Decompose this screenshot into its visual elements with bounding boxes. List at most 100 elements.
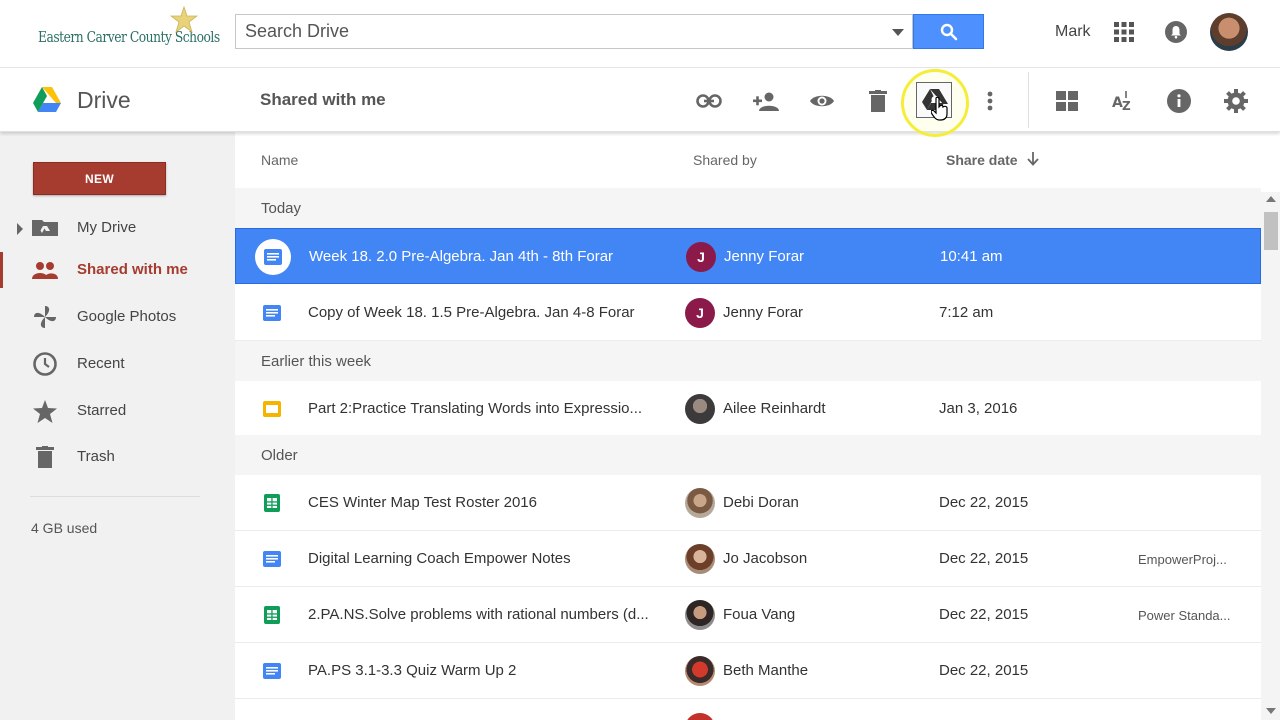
sharer-avatar <box>685 544 715 574</box>
school-logo[interactable]: Eastern Carver County Schools <box>20 6 220 64</box>
sidebar-item-label: Google Photos <box>77 308 177 325</box>
file-row[interactable]: Part 2:Practice Translating Words into E… <box>235 381 1261 437</box>
google-sheet-icon <box>264 606 280 624</box>
sharer-name: Jo Jacobson <box>723 550 808 567</box>
sidebar: NEW My Drive Shared with me Google Photo… <box>0 132 235 720</box>
column-header-row: Name Shared by Share date <box>235 132 1280 188</box>
column-header-name[interactable]: Name <box>261 152 298 168</box>
settings-gear-icon <box>1224 89 1248 113</box>
google-doc-icon <box>264 249 282 265</box>
get-link-button[interactable] <box>692 84 726 118</box>
search-box <box>235 14 913 49</box>
scroll-thumb[interactable] <box>1264 212 1278 250</box>
more-actions-button[interactable] <box>973 84 1007 118</box>
file-row[interactable]: Week 18. 2.0 Pre-Algebra. Jan 4th - 8th … <box>235 228 1261 284</box>
preview-button[interactable] <box>805 84 839 118</box>
file-location[interactable]: EmpowerProj... <box>1138 552 1227 567</box>
search-button[interactable] <box>913 14 984 49</box>
google-doc-icon <box>263 551 281 567</box>
pinwheel-photos-icon <box>32 304 58 330</box>
clock-icon <box>32 351 58 377</box>
sharer-name: Jenny Forar <box>724 248 805 265</box>
star-logo-icon <box>170 6 198 34</box>
file-location[interactable]: Power Standa... <box>1138 608 1231 623</box>
sharer-avatar <box>685 600 715 630</box>
grid-view-icon <box>1056 91 1078 111</box>
apps-grid-icon[interactable] <box>1114 22 1134 42</box>
file-row[interactable] <box>235 699 1261 720</box>
file-row[interactable]: Copy of Week 18. 1.5 Pre-Algebra. Jan 4-… <box>235 285 1261 341</box>
notifications-icon[interactable] <box>1164 20 1188 44</box>
current-location-title: Shared with me <box>260 90 386 109</box>
user-name[interactable]: Mark <box>1055 23 1091 41</box>
sharer-name: Beth Manthe <box>723 662 809 679</box>
trash-icon <box>32 444 58 470</box>
share-button[interactable] <box>749 84 783 118</box>
scroll-down-arrow-icon[interactable] <box>1266 708 1276 714</box>
sharer-name: Ailee Reinhardt <box>723 400 826 417</box>
preview-eye-icon <box>810 95 834 107</box>
info-icon <box>1167 89 1191 113</box>
search-input[interactable] <box>236 15 886 48</box>
toolbar-divider <box>1028 72 1029 128</box>
more-vert-icon <box>987 91 993 111</box>
settings-button[interactable] <box>1219 84 1253 118</box>
app-name[interactable]: Drive <box>77 87 131 114</box>
sidebar-item-my-drive[interactable]: My Drive <box>0 210 235 246</box>
file-row[interactable]: CES Winter Map Test Roster 2016 Debi Dor… <box>235 475 1261 531</box>
star-icon <box>32 398 58 424</box>
share-date: Dec 22, 2015 <box>939 606 1029 623</box>
share-date: 7:12 am <box>939 304 994 321</box>
sharer-avatar <box>685 394 715 424</box>
new-button[interactable]: NEW <box>33 162 166 195</box>
file-row[interactable]: Digital Learning Coach Empower Notes Jo … <box>235 531 1261 587</box>
sharer-name: Foua Vang <box>723 606 796 623</box>
google-doc-icon <box>263 663 281 679</box>
people-icon <box>32 257 58 283</box>
add-to-my-drive-button[interactable] <box>916 82 952 121</box>
expand-arrow-icon[interactable] <box>17 223 23 235</box>
sidebar-item-google-photos[interactable]: Google Photos <box>0 299 235 335</box>
sidebar-item-label: Recent <box>77 355 125 372</box>
column-header-share-date[interactable]: Share date <box>946 152 1018 168</box>
sharer-avatar <box>685 656 715 686</box>
sharer-name: Jenny Forar <box>723 304 804 321</box>
toolbar: Drive Shared with me A Z <box>0 68 1280 137</box>
share-date: Jan 3, 2016 <box>939 400 1018 417</box>
column-header-shared-by: Shared by <box>693 152 757 168</box>
scrollbar[interactable] <box>1261 192 1280 720</box>
sidebar-item-starred[interactable]: Starred <box>0 393 235 429</box>
svg-text:Z: Z <box>1122 99 1131 112</box>
google-slides-icon <box>263 401 281 417</box>
file-name: 2.PA.NS.Solve problems with rational num… <box>308 606 649 623</box>
hand-pointer-cursor-icon <box>931 97 948 121</box>
group-label-earlier-this-week: Earlier this week <box>235 341 1261 381</box>
sidebar-item-trash[interactable]: Trash <box>0 439 235 475</box>
folder-drive-icon <box>32 215 58 241</box>
sidebar-item-shared-with-me[interactable]: Shared with me <box>0 252 235 288</box>
top-bar: Eastern Carver County Schools Mark <box>0 0 1280 68</box>
sharer-avatar: J <box>685 298 715 328</box>
search-options-chevron-icon[interactable] <box>892 29 904 36</box>
file-list: Name Shared by Share date Today Week 18.… <box>235 132 1280 720</box>
remove-button[interactable] <box>861 84 895 118</box>
file-name: CES Winter Map Test Roster 2016 <box>308 494 537 511</box>
account-avatar[interactable] <box>1210 13 1248 51</box>
file-row[interactable]: PA.PS 3.1-3.3 Quiz Warm Up 2 Beth Manthe… <box>235 643 1261 699</box>
storage-used[interactable]: 4 GB used <box>31 520 97 536</box>
sharer-name: Debi Doran <box>723 494 799 511</box>
sidebar-item-recent[interactable]: Recent <box>0 346 235 382</box>
sharer-avatar <box>685 713 715 720</box>
share-date: Dec 22, 2015 <box>939 550 1029 567</box>
scroll-up-arrow-icon[interactable] <box>1266 196 1276 202</box>
file-name: Week 18. 2.0 Pre-Algebra. Jan 4th - 8th … <box>309 248 614 265</box>
file-row[interactable]: 2.PA.NS.Solve problems with rational num… <box>235 587 1261 643</box>
file-name: Digital Learning Coach Empower Notes <box>308 550 571 567</box>
share-date: Dec 22, 2015 <box>939 662 1029 679</box>
grid-view-button[interactable] <box>1050 84 1084 118</box>
share-date: 10:41 am <box>940 248 1003 265</box>
details-button[interactable] <box>1162 84 1196 118</box>
drive-logo-icon[interactable] <box>33 87 61 112</box>
sort-descending-arrow-icon[interactable] <box>1027 152 1039 166</box>
sort-options-button[interactable]: A Z <box>1106 84 1140 118</box>
